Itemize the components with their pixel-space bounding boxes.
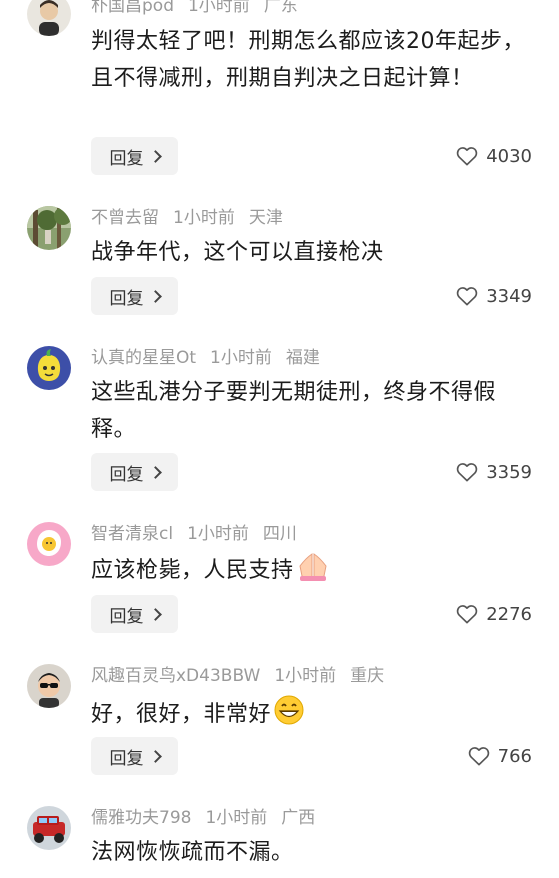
username[interactable]: 风趣百灵鸟xD43BBW — [91, 666, 260, 686]
location: 福建 — [285, 348, 320, 368]
comment-meta: 朴国昌pod 1小时前 广东 — [91, 0, 312, 18]
reply-label: 回复 — [109, 606, 144, 627]
avatar[interactable] — [27, 206, 71, 250]
avatar[interactable] — [27, 522, 71, 566]
avatar[interactable] — [27, 346, 71, 390]
timestamp: 1小时前 — [187, 524, 249, 544]
username[interactable]: 儒雅功夫798 — [91, 808, 191, 828]
like-count: 3359 — [486, 461, 532, 483]
like-button[interactable]: 2276 — [456, 595, 532, 633]
comment-text: 这些乱港分子要判无期徒刑，终身不得假释。 — [91, 380, 497, 442]
reply-button[interactable]: 回复 — [91, 737, 178, 775]
chevron-right-icon — [148, 749, 162, 763]
timestamp: 1小时前 — [210, 348, 272, 368]
reply-label: 回复 — [109, 148, 144, 169]
comment-meta: 智者清泉cl 1小时前 四川 — [91, 522, 311, 546]
chevron-right-icon — [148, 289, 162, 303]
comment-text: 法网恢恢疏而不漏。 — [91, 840, 294, 865]
comment-meta: 不曾去留 1小时前 天津 — [91, 206, 297, 230]
reply-button[interactable]: 回复 — [91, 595, 178, 633]
heart-icon — [456, 605, 478, 624]
like-button[interactable]: 3349 — [456, 277, 532, 315]
username[interactable]: 不曾去留 — [91, 208, 159, 228]
timestamp: 1小时前 — [274, 666, 337, 686]
location: 天津 — [248, 208, 283, 228]
heart-icon — [456, 463, 478, 482]
comment-meta: 风趣百灵鸟xD43BBW 1小时前 重庆 — [91, 664, 398, 688]
heart-icon — [456, 147, 478, 166]
reply-label: 回复 — [109, 748, 144, 769]
avatar[interactable] — [27, 0, 71, 36]
like-count: 766 — [497, 745, 532, 767]
username[interactable]: 朴国昌pod — [91, 0, 174, 16]
heart-icon — [468, 747, 489, 766]
location: 广东 — [263, 0, 298, 16]
heart-icon — [456, 287, 478, 306]
like-count: 3349 — [486, 285, 532, 307]
comment-meta: 认真的星星Ot 1小时前 福建 — [91, 346, 334, 370]
reply-button[interactable]: 回复 — [91, 277, 178, 315]
username[interactable]: 认真的星星Ot — [91, 348, 196, 368]
like-button[interactable]: 3359 — [456, 453, 532, 491]
comment-text-row: 好，很好，非常好 — [91, 694, 531, 738]
like-count: 4030 — [486, 145, 532, 167]
chevron-right-icon — [148, 607, 162, 621]
comment-meta: 儒雅功夫798 1小时前 广西 — [91, 806, 329, 830]
avatar[interactable] — [27, 806, 71, 850]
like-count: 2276 — [486, 603, 532, 625]
grinning-face-icon — [273, 694, 305, 738]
timestamp: 1小时前 — [187, 0, 250, 16]
avatar[interactable] — [27, 664, 71, 708]
comment-text: 战争年代，这个可以直接枪决 — [91, 240, 384, 265]
location: 重庆 — [350, 666, 385, 686]
like-button[interactable]: 766 — [468, 737, 532, 775]
chevron-right-icon — [148, 465, 162, 479]
username[interactable]: 智者清泉cl — [91, 524, 173, 544]
reply-label: 回复 — [109, 464, 144, 485]
comment-text: 应该枪毙，人民支持 — [91, 558, 294, 583]
chevron-right-icon — [148, 149, 162, 163]
reply-button[interactable]: 回复 — [91, 137, 178, 175]
praying-hands-icon — [296, 552, 330, 594]
reply-button[interactable]: 回复 — [91, 453, 178, 491]
timestamp: 1小时前 — [205, 808, 268, 828]
reply-label: 回复 — [109, 288, 144, 309]
location: 四川 — [262, 524, 297, 544]
comment-text-row: 应该枪毙，人民支持 — [91, 552, 531, 594]
comment-text: 判得太轻了吧！刑期怎么都应该20年起步，且不得减刑，刑期自判决之日起计算！ — [91, 29, 525, 91]
timestamp: 1小时前 — [173, 208, 235, 228]
like-button[interactable]: 4030 — [456, 137, 532, 175]
location: 广西 — [281, 808, 316, 828]
comment-text: 好，很好，非常好 — [91, 702, 272, 727]
